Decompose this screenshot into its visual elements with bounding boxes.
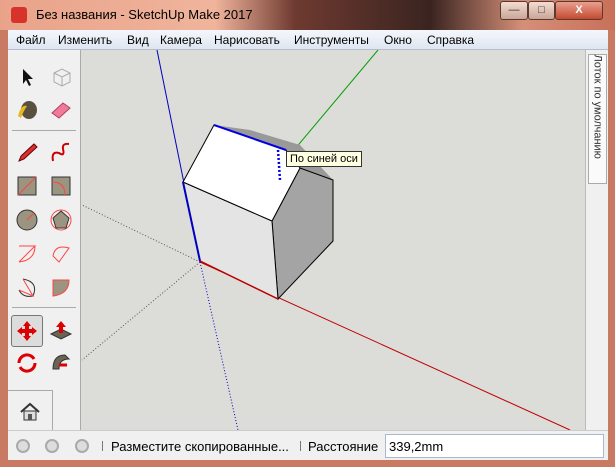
blue-axis-negative	[199, 261, 239, 430]
rectangle-icon[interactable]	[12, 171, 42, 201]
red-axis-negative	[81, 204, 201, 263]
measurements-label: Расстояние	[308, 439, 379, 454]
menu-view[interactable]: Вид	[127, 33, 149, 47]
pie-icon[interactable]	[46, 273, 76, 303]
circle-icon[interactable]	[12, 205, 42, 235]
freehand-icon[interactable]	[46, 138, 76, 168]
follow-me-icon[interactable]	[46, 348, 76, 378]
measurements-input[interactable]: 339,2mm	[385, 434, 604, 458]
menu-window[interactable]: Окно	[384, 33, 412, 47]
default-tray: Лоток по умолчанию	[585, 50, 608, 430]
menu-tools[interactable]: Инструменты	[294, 33, 369, 47]
tray-tab-label: Лоток по умолчанию	[591, 54, 604, 159]
inference-tooltip: По синей оси	[286, 151, 362, 167]
close-button[interactable]: X	[555, 1, 603, 20]
status-bar: Разместите скопированные... Расстояние 3…	[8, 430, 608, 460]
rotated-rectangle-icon[interactable]	[46, 171, 76, 201]
three-point-arc-icon[interactable]	[12, 273, 42, 303]
menu-draw[interactable]: Нарисовать	[214, 33, 280, 47]
rotate-icon[interactable]	[12, 348, 42, 378]
warehouse-icon[interactable]	[15, 397, 45, 427]
paint-bucket-icon[interactable]	[12, 95, 42, 125]
menu-file[interactable]: Файл	[16, 33, 46, 47]
menu-edit[interactable]: Изменить	[58, 33, 112, 47]
toolbar-divider	[12, 307, 76, 308]
green-axis-negative	[81, 261, 201, 361]
sketchup-app-icon	[11, 7, 27, 23]
push-pull-icon[interactable]	[46, 315, 76, 345]
title-bar: Без названия - SketchUp Make 2017 — □ X	[0, 0, 615, 30]
toolbar-divider	[12, 130, 76, 131]
warehouse-toolbar	[8, 390, 53, 430]
eraser-icon[interactable]	[46, 95, 76, 125]
separator	[300, 441, 301, 451]
status-message: Разместите скопированные...	[111, 439, 289, 454]
geo-location-icon[interactable]	[16, 439, 30, 453]
window-title: Без названия - SketchUp Make 2017	[36, 7, 253, 22]
component-tool-icon[interactable]	[46, 62, 76, 92]
move-tool-icon[interactable]	[11, 315, 43, 347]
two-point-arc-icon[interactable]	[46, 239, 76, 269]
info-icon[interactable]	[45, 439, 59, 453]
polygon-icon[interactable]	[46, 205, 76, 235]
minimize-button[interactable]: —	[500, 1, 528, 20]
model-viewport[interactable]	[81, 50, 585, 430]
select-tool-icon[interactable]	[12, 62, 42, 92]
user-icon[interactable]	[75, 439, 89, 453]
tray-tab[interactable]: Лоток по умолчанию	[588, 54, 607, 184]
separator	[102, 441, 103, 451]
menu-bar: Файл Изменить Вид Камера Нарисовать Инст…	[8, 30, 608, 50]
arc-icon[interactable]	[12, 239, 42, 269]
model-scene	[81, 50, 571, 430]
tools-toolbar	[8, 50, 81, 430]
maximize-button[interactable]: □	[528, 1, 555, 20]
menu-camera[interactable]: Камера	[160, 33, 202, 47]
pencil-icon[interactable]	[12, 138, 42, 168]
menu-help[interactable]: Справка	[427, 33, 474, 47]
